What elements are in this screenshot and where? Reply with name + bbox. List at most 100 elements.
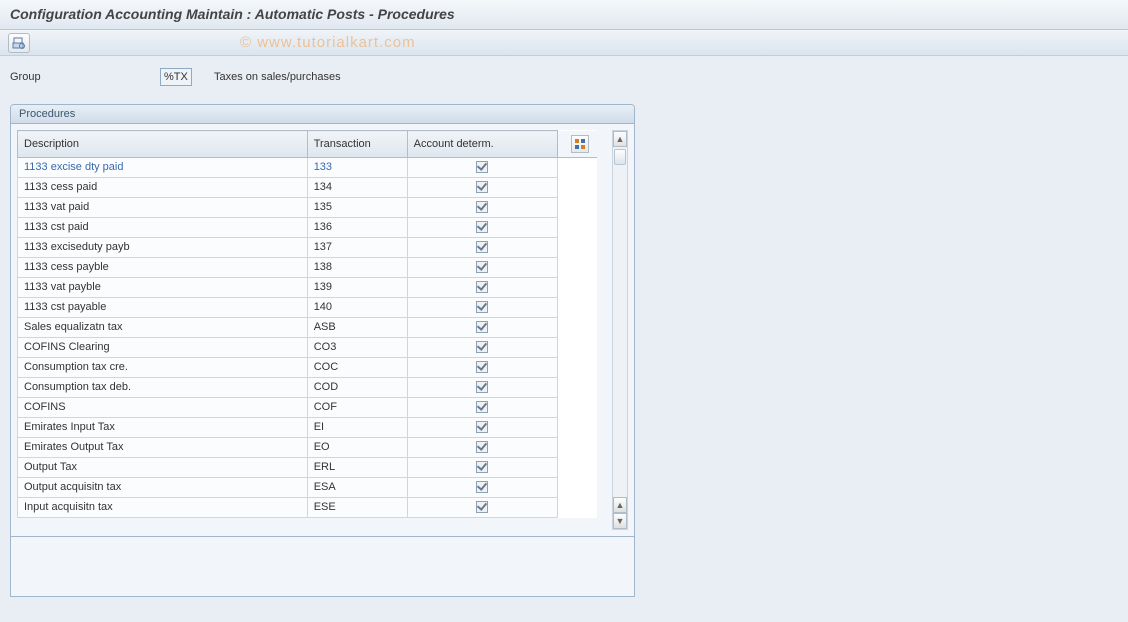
cell-description[interactable]: 1133 cess payble bbox=[18, 257, 308, 277]
cell-transaction[interactable]: ERL bbox=[307, 457, 407, 477]
cell-transaction[interactable]: 139 bbox=[307, 277, 407, 297]
checkbox-checked-icon[interactable] bbox=[476, 321, 488, 333]
table-row[interactable]: Emirates Input TaxEI bbox=[18, 417, 598, 437]
panel-footer-space bbox=[10, 537, 635, 597]
table-row[interactable]: 1133 cst paid136 bbox=[18, 217, 598, 237]
cell-description[interactable]: COFINS Clearing bbox=[18, 337, 308, 357]
col-transaction[interactable]: Transaction bbox=[307, 131, 407, 158]
table-row[interactable]: Consumption tax deb.COD bbox=[18, 377, 598, 397]
checkbox-checked-icon[interactable] bbox=[476, 461, 488, 473]
cell-description[interactable]: Output Tax bbox=[18, 457, 308, 477]
table-row[interactable]: Consumption tax cre.COC bbox=[18, 357, 598, 377]
checkbox-checked-icon[interactable] bbox=[476, 221, 488, 233]
cell-account-determ bbox=[407, 477, 557, 497]
table-config-icon bbox=[574, 138, 586, 150]
cell-transaction[interactable]: EO bbox=[307, 437, 407, 457]
cell-description[interactable]: Sales equalizatn tax bbox=[18, 317, 308, 337]
toolbar bbox=[0, 30, 1128, 56]
cell-description[interactable]: Emirates Output Tax bbox=[18, 437, 308, 457]
table-row[interactable]: Output TaxERL bbox=[18, 457, 598, 477]
cell-account-determ bbox=[407, 237, 557, 257]
checkbox-checked-icon[interactable] bbox=[476, 501, 488, 513]
scroll-up-button[interactable]: ▲ bbox=[613, 131, 627, 147]
col-account-determ[interactable]: Account determ. bbox=[407, 131, 557, 158]
group-input[interactable] bbox=[160, 68, 192, 86]
cell-transaction[interactable]: 133 bbox=[307, 157, 407, 177]
cell-transaction[interactable]: 140 bbox=[307, 297, 407, 317]
cell-transaction[interactable]: COC bbox=[307, 357, 407, 377]
cell-transaction[interactable]: COD bbox=[307, 377, 407, 397]
cell-transaction[interactable]: CO3 bbox=[307, 337, 407, 357]
table-row[interactable]: Output acquisitn taxESA bbox=[18, 477, 598, 497]
col-description[interactable]: Description bbox=[18, 131, 308, 158]
table-row[interactable]: 1133 cess payble138 bbox=[18, 257, 598, 277]
cell-description[interactable]: COFINS bbox=[18, 397, 308, 417]
cell-account-determ bbox=[407, 197, 557, 217]
cell-description[interactable]: Output acquisitn tax bbox=[18, 477, 308, 497]
cell-account-determ bbox=[407, 337, 557, 357]
procedures-table: Description Transaction Account determ. bbox=[17, 130, 597, 518]
table-row[interactable]: 1133 vat payble139 bbox=[18, 277, 598, 297]
checkbox-checked-icon[interactable] bbox=[476, 481, 488, 493]
table-row[interactable]: 1133 cess paid134 bbox=[18, 177, 598, 197]
scroll-down-button[interactable]: ▼ bbox=[613, 513, 627, 529]
cell-transaction[interactable]: EI bbox=[307, 417, 407, 437]
cell-description[interactable]: Consumption tax cre. bbox=[18, 357, 308, 377]
table-row[interactable]: 1133 vat paid135 bbox=[18, 197, 598, 217]
table-scrollbar[interactable]: ▲ ▲ ▼ bbox=[612, 130, 628, 530]
checkbox-checked-icon[interactable] bbox=[476, 381, 488, 393]
table-row[interactable]: COFINSCOF bbox=[18, 397, 598, 417]
print-preview-button[interactable] bbox=[8, 33, 30, 53]
table-row[interactable]: 1133 exciseduty payb137 bbox=[18, 237, 598, 257]
table-config-button[interactable] bbox=[571, 135, 589, 153]
checkbox-checked-icon[interactable] bbox=[476, 161, 488, 173]
cell-description[interactable]: Emirates Input Tax bbox=[18, 417, 308, 437]
group-description: Taxes on sales/purchases bbox=[214, 71, 341, 83]
table-row[interactable]: Input acquisitn taxESE bbox=[18, 497, 598, 517]
cell-transaction[interactable]: ESA bbox=[307, 477, 407, 497]
scroll-thumb[interactable] bbox=[614, 149, 626, 165]
cell-account-determ bbox=[407, 177, 557, 197]
cell-description[interactable]: 1133 cst payable bbox=[18, 297, 308, 317]
cell-description[interactable]: 1133 vat payble bbox=[18, 277, 308, 297]
checkbox-checked-icon[interactable] bbox=[476, 341, 488, 353]
cell-transaction[interactable]: 138 bbox=[307, 257, 407, 277]
cell-transaction[interactable]: COF bbox=[307, 397, 407, 417]
cell-account-determ bbox=[407, 257, 557, 277]
cell-transaction[interactable]: ESE bbox=[307, 497, 407, 517]
cell-transaction[interactable]: 134 bbox=[307, 177, 407, 197]
checkbox-checked-icon[interactable] bbox=[476, 261, 488, 273]
checkbox-checked-icon[interactable] bbox=[476, 181, 488, 193]
table-row[interactable]: 1133 cst payable140 bbox=[18, 297, 598, 317]
checkbox-checked-icon[interactable] bbox=[476, 401, 488, 413]
cell-transaction[interactable]: 136 bbox=[307, 217, 407, 237]
cell-transaction[interactable]: ASB bbox=[307, 317, 407, 337]
checkbox-checked-icon[interactable] bbox=[476, 361, 488, 373]
checkbox-checked-icon[interactable] bbox=[476, 201, 488, 213]
cell-description[interactable]: 1133 vat paid bbox=[18, 197, 308, 217]
cell-description[interactable]: Input acquisitn tax bbox=[18, 497, 308, 517]
checkbox-checked-icon[interactable] bbox=[476, 281, 488, 293]
cell-description[interactable]: Consumption tax deb. bbox=[18, 377, 308, 397]
checkbox-checked-icon[interactable] bbox=[476, 241, 488, 253]
group-label: Group bbox=[10, 71, 160, 83]
scroll-track[interactable] bbox=[613, 147, 627, 497]
print-icon bbox=[12, 37, 26, 49]
cell-transaction[interactable]: 137 bbox=[307, 237, 407, 257]
cell-description[interactable]: 1133 excise dty paid bbox=[18, 157, 308, 177]
cell-account-determ bbox=[407, 317, 557, 337]
col-config bbox=[557, 131, 597, 158]
cell-description[interactable]: 1133 cess paid bbox=[18, 177, 308, 197]
table-row[interactable]: 1133 excise dty paid133 bbox=[18, 157, 598, 177]
scroll-down-small-button[interactable]: ▲ bbox=[613, 497, 627, 513]
cell-description[interactable]: 1133 cst paid bbox=[18, 217, 308, 237]
table-row[interactable]: Emirates Output TaxEO bbox=[18, 437, 598, 457]
checkbox-checked-icon[interactable] bbox=[476, 301, 488, 313]
table-row[interactable]: COFINS ClearingCO3 bbox=[18, 337, 598, 357]
cell-description[interactable]: 1133 exciseduty payb bbox=[18, 237, 308, 257]
checkbox-checked-icon[interactable] bbox=[476, 421, 488, 433]
cell-transaction[interactable]: 135 bbox=[307, 197, 407, 217]
checkbox-checked-icon[interactable] bbox=[476, 441, 488, 453]
cell-account-determ bbox=[407, 397, 557, 417]
table-row[interactable]: Sales equalizatn taxASB bbox=[18, 317, 598, 337]
